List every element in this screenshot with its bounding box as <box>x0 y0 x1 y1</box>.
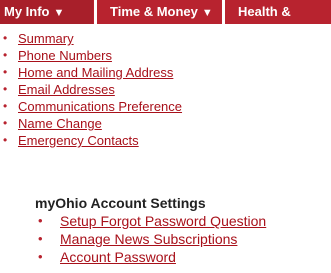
dropdown-arrow-icon: ▼ <box>53 7 65 19</box>
email-addresses-link[interactable]: Email Addresses <box>18 82 115 97</box>
menu-item-name-change: • Name Change <box>0 115 182 132</box>
nav-tab-label: Time & Money <box>110 4 198 19</box>
top-navigation-bar: My Info ▼ Time & Money ▼ Health & <box>0 0 331 24</box>
dropdown-arrow-icon: ▼ <box>201 7 213 19</box>
nav-tab-time-money[interactable]: Time & Money ▼ <box>98 0 223 24</box>
account-settings-menu: • Setup Forgot Password Question • Manag… <box>0 212 266 266</box>
nav-tab-label: My Info <box>4 4 50 19</box>
menu-item-emergency-contacts: • Emergency Contacts <box>0 132 182 149</box>
my-info-menu: • Summary • Phone Numbers • Home and Mai… <box>0 30 182 149</box>
menu-item-setup-forgot-password: • Setup Forgot Password Question <box>0 212 266 230</box>
bullet-icon: • <box>3 65 8 79</box>
menu-item-phone-numbers: • Phone Numbers <box>0 47 182 64</box>
menu-item-home-mailing-address: • Home and Mailing Address <box>0 64 182 81</box>
home-mailing-address-link[interactable]: Home and Mailing Address <box>18 65 173 80</box>
bullet-icon: • <box>38 249 43 264</box>
nav-separator <box>222 0 225 24</box>
nav-tab-my-info[interactable]: My Info ▼ <box>0 0 93 24</box>
bullet-icon: • <box>3 31 8 45</box>
nav-separator <box>94 0 97 24</box>
setup-forgot-password-link[interactable]: Setup Forgot Password Question <box>60 213 266 229</box>
communications-preference-link[interactable]: Communications Preference <box>18 99 182 114</box>
bullet-icon: • <box>3 82 8 96</box>
manage-news-subscriptions-link[interactable]: Manage News Subscriptions <box>60 231 237 247</box>
account-settings-heading: myOhio Account Settings <box>35 195 206 211</box>
menu-item-email-addresses: • Email Addresses <box>0 81 182 98</box>
bullet-icon: • <box>3 133 8 147</box>
account-password-link[interactable]: Account Password <box>60 249 176 265</box>
bullet-icon: • <box>38 231 43 246</box>
summary-link[interactable]: Summary <box>18 31 74 46</box>
nav-tab-label: Health & <box>238 4 291 19</box>
menu-item-summary: • Summary <box>0 30 182 47</box>
bullet-icon: • <box>3 48 8 62</box>
menu-item-account-password: • Account Password <box>0 248 266 266</box>
phone-numbers-link[interactable]: Phone Numbers <box>18 48 112 63</box>
emergency-contacts-link[interactable]: Emergency Contacts <box>18 133 139 148</box>
menu-item-manage-news-subscriptions: • Manage News Subscriptions <box>0 230 266 248</box>
name-change-link[interactable]: Name Change <box>18 116 102 131</box>
bullet-icon: • <box>3 116 8 130</box>
menu-item-communications-preference: • Communications Preference <box>0 98 182 115</box>
nav-tab-health[interactable]: Health & <box>226 0 331 24</box>
bullet-icon: • <box>38 213 43 228</box>
bullet-icon: • <box>3 99 8 113</box>
